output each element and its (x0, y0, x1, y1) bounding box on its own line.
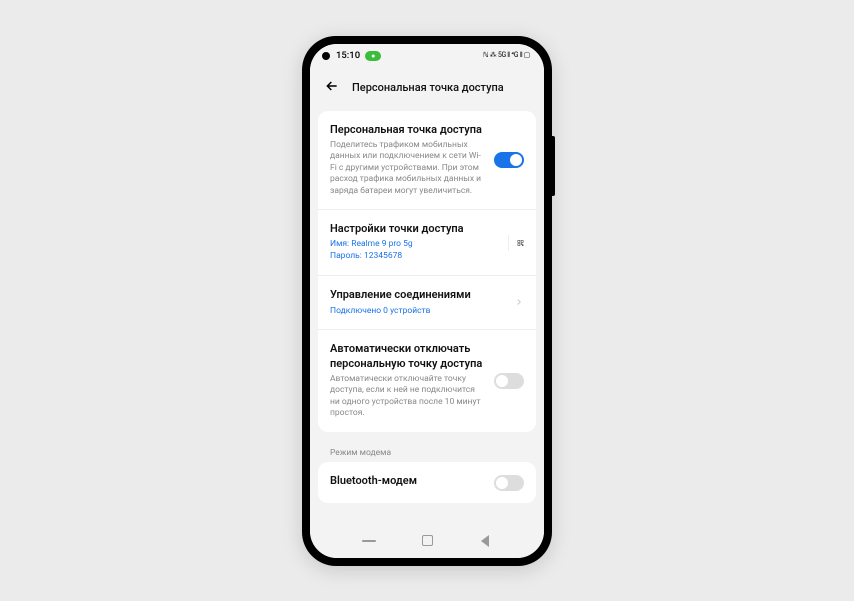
nav-back[interactable] (477, 533, 493, 549)
auto-off-row[interactable]: Автоматически отключать персональную точ… (318, 329, 536, 431)
hotspot-name: Имя: Realme 9 pro 5g (330, 239, 500, 251)
hotspot-toggle[interactable] (494, 152, 524, 168)
connections-row[interactable]: Управление соединениями Подключено 0 уст… (318, 275, 536, 329)
auto-off-desc: Автоматически отключайте точку доступа, … (330, 374, 486, 420)
nav-home[interactable] (419, 533, 435, 549)
hotspot-card: Персональная точка доступа Поделитесь тр… (318, 111, 536, 432)
phone-frame: 15:10 ● ℕ ⁂ 5G ⫴ ⁴G ⫴ ▢ Персональная точ… (302, 36, 552, 566)
connections-sub: Подключено 0 устройств (330, 306, 506, 318)
chevron-right-icon (514, 295, 524, 311)
hotspot-password: Пароль: 12345678 (330, 251, 500, 263)
header: Персональная точка доступа (310, 68, 544, 107)
nav-bar (310, 524, 544, 558)
bluetooth-toggle[interactable] (494, 475, 524, 491)
hotspot-settings-title: Настройки точки доступа (330, 222, 500, 236)
status-pill: ● (365, 51, 381, 61)
status-bar: 15:10 ● ℕ ⁂ 5G ⫴ ⁴G ⫴ ▢ (310, 44, 544, 68)
bluetooth-row[interactable]: Bluetooth-модем (318, 462, 536, 503)
qr-icon[interactable] (508, 235, 524, 251)
bluetooth-card: Bluetooth-модем (318, 462, 536, 503)
status-icons: ℕ ⁂ 5G ⫴ ⁴G ⫴ ▢ (483, 51, 530, 60)
auto-off-toggle[interactable] (494, 373, 524, 389)
hotspot-settings-row[interactable]: Настройки точки доступа Имя: Realme 9 pr… (318, 209, 536, 275)
hotspot-row[interactable]: Персональная точка доступа Поделитесь тр… (318, 111, 536, 210)
camera-hole (322, 52, 330, 60)
bluetooth-title: Bluetooth-модем (330, 474, 486, 488)
back-button[interactable] (324, 78, 340, 97)
nav-recent[interactable] (361, 533, 377, 549)
hotspot-desc: Поделитесь трафиком мобильных данных или… (330, 140, 486, 197)
auto-off-title: Автоматически отключать персональную точ… (330, 342, 486, 371)
page-title: Персональная точка доступа (352, 81, 504, 94)
modem-section-label: Режим модема (318, 440, 536, 462)
status-time: 15:10 (336, 50, 360, 61)
hotspot-title: Персональная точка доступа (330, 123, 486, 137)
screen: 15:10 ● ℕ ⁂ 5G ⫴ ⁴G ⫴ ▢ Персональная точ… (310, 44, 544, 558)
connections-title: Управление соединениями (330, 288, 506, 302)
content[interactable]: Персональная точка доступа Поделитесь тр… (310, 107, 544, 524)
